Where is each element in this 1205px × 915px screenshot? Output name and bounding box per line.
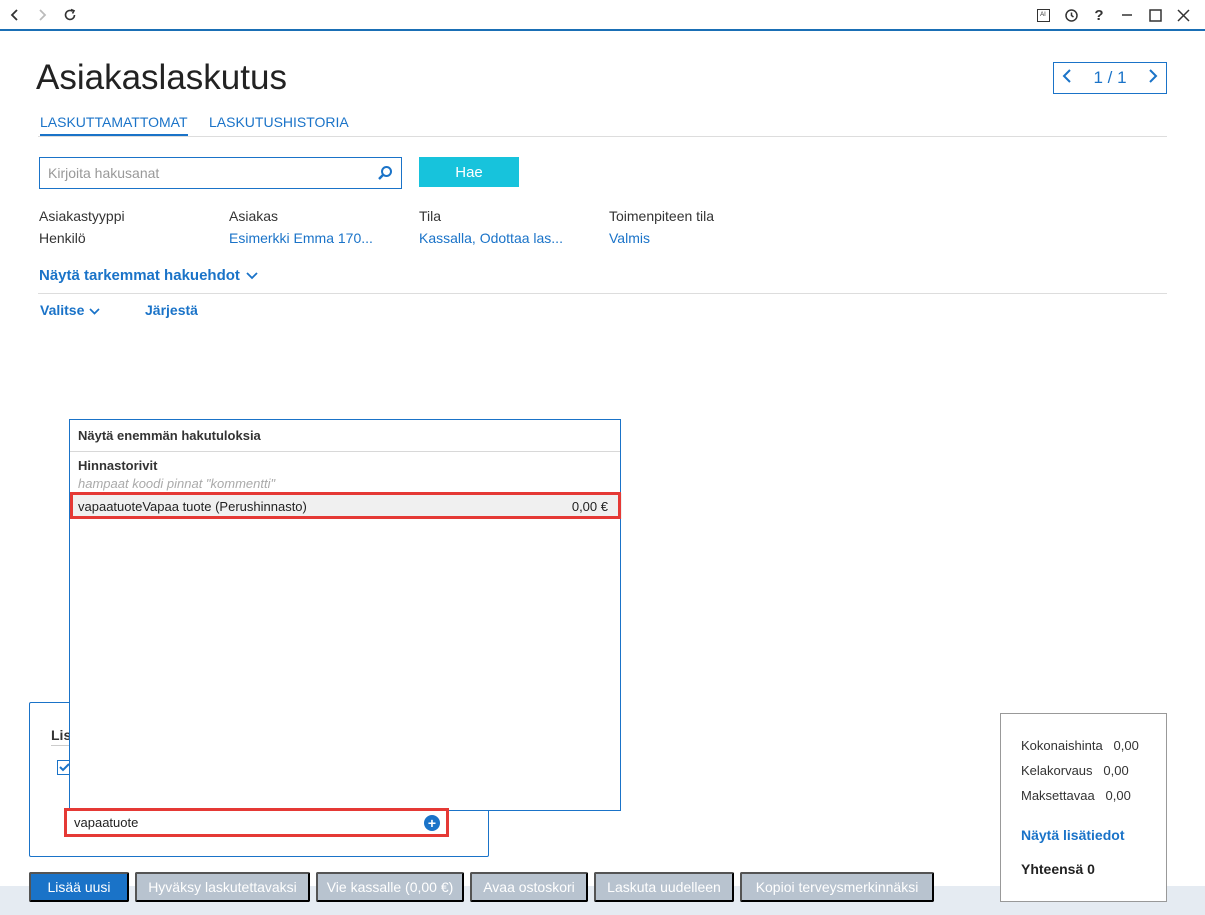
tab-laskuttamattomat[interactable]: LASKUTTAMATTOMAT xyxy=(40,114,188,136)
copy-health-record-button[interactable]: Kopioi terveysmerkinnäksi xyxy=(740,872,934,902)
close-icon[interactable] xyxy=(1174,6,1192,24)
filter-value[interactable]: Valmis xyxy=(609,230,789,246)
results-group-title: Hinnastorivit xyxy=(78,458,158,473)
select-label: Valitse xyxy=(40,302,85,318)
show-more-results[interactable]: Näytä enemmän hakutuloksia xyxy=(70,420,620,452)
minimize-icon[interactable] xyxy=(1118,6,1136,24)
pager: 1 / 1 xyxy=(1053,62,1167,94)
filter-value[interactable]: Kassalla, Odottaa las... xyxy=(419,230,599,246)
help-icon[interactable]: ? xyxy=(1090,6,1108,24)
maximize-icon[interactable] xyxy=(1146,6,1164,24)
ai-icon-label: AI xyxy=(1036,8,1050,22)
filter-status: Tila Kassalla, Odottaa las... xyxy=(419,208,599,246)
forward-icon[interactable] xyxy=(33,6,51,24)
summary-panel: Kokonaishinta 0,00 Kelakorvaus 0,00 Maks… xyxy=(1000,713,1167,902)
summary-value: 0,00 xyxy=(1105,788,1131,803)
filter-value[interactable]: Henkilö xyxy=(39,230,219,246)
summary-label: Kelakorvaus xyxy=(1021,763,1093,778)
search-icon[interactable] xyxy=(377,165,393,181)
filter-label: Toimenpiteen tila xyxy=(609,208,715,224)
summary-total-price: Kokonaishinta 0,00 xyxy=(1021,738,1146,763)
more-filters-label: Näytä tarkemmat hakuehdot xyxy=(39,267,240,284)
results-hint: hampaat koodi pinnat "kommentti" xyxy=(78,476,276,491)
refresh-icon[interactable] xyxy=(61,6,79,24)
product-search-field: + xyxy=(64,808,449,837)
add-circle-icon[interactable]: + xyxy=(424,814,440,831)
result-row[interactable]: vapaatuoteVapaa tuote (Perushinnasto) 0,… xyxy=(70,493,622,519)
tab-laskutushistoria[interactable]: LASKUTUSHISTORIA xyxy=(209,114,349,134)
send-to-cashier-button[interactable]: Vie kassalle (0,00 €) xyxy=(316,872,464,902)
page-title: Asiakaslaskutus xyxy=(36,58,287,97)
more-filters-link[interactable]: Näytä tarkemmat hakuehdot xyxy=(39,267,258,284)
window-titlebar: AI ? xyxy=(0,0,1205,31)
summary-label: Maksettavaa xyxy=(1021,788,1095,803)
filter-value[interactable]: Esimerkki Emma 170... xyxy=(229,230,409,246)
sort-link[interactable]: Järjestä xyxy=(145,302,198,318)
open-cart-button[interactable]: Avaa ostoskori xyxy=(470,872,588,902)
result-price: 0,00 € xyxy=(571,498,608,514)
chevron-down-icon xyxy=(89,302,100,318)
search-input[interactable] xyxy=(48,165,377,181)
history-icon[interactable] xyxy=(1062,6,1080,24)
chevron-left-icon[interactable] xyxy=(1062,68,1072,89)
result-name: vapaatuoteVapaa tuote (Perushinnasto) xyxy=(78,498,307,514)
summary-label: Kokonaishinta xyxy=(1021,738,1103,753)
search-results-dropdown: Näytä enemmän hakutuloksia Hinnastorivit… xyxy=(69,419,622,811)
summary-value: 0,00 xyxy=(1113,738,1139,753)
summary-value: 0,00 xyxy=(1103,763,1129,778)
chevron-right-icon[interactable] xyxy=(1148,68,1158,89)
summary-payable: Maksettavaa 0,00 xyxy=(1021,788,1146,813)
filter-action-status: Toimenpiteen tila Valmis xyxy=(609,208,789,246)
search-field xyxy=(39,157,402,189)
divider xyxy=(38,293,1167,294)
filter-customer-type: Asiakastyyppi Henkilö xyxy=(39,208,219,246)
ai-icon[interactable]: AI xyxy=(1034,6,1052,24)
chevron-down-icon xyxy=(246,267,258,284)
show-details-link[interactable]: Näytä lisätiedot xyxy=(1021,827,1146,843)
filter-label: Asiakas xyxy=(229,208,279,224)
add-new-button[interactable]: Lisää uusi xyxy=(29,872,129,902)
product-search-input[interactable] xyxy=(74,815,424,830)
page-indicator: 1 / 1 xyxy=(1093,68,1127,87)
filter-label: Tila xyxy=(419,208,442,224)
filter-label: Asiakastyyppi xyxy=(39,208,125,224)
search-button[interactable]: Hae xyxy=(419,157,519,187)
summary-kela: Kelakorvaus 0,00 xyxy=(1021,763,1146,788)
back-icon[interactable] xyxy=(6,6,24,24)
summary-total: Yhteensä 0 xyxy=(1021,861,1095,877)
select-menu[interactable]: Valitse xyxy=(40,302,100,318)
filter-customer: Asiakas Esimerkki Emma 170... xyxy=(229,208,409,246)
rebill-button[interactable]: Laskuta uudelleen xyxy=(594,872,734,902)
approve-billing-button[interactable]: Hyväksy laskutettavaksi xyxy=(135,872,310,902)
tab-bar: LASKUTTAMATTOMAT LASKUTUSHISTORIA xyxy=(38,114,1167,137)
